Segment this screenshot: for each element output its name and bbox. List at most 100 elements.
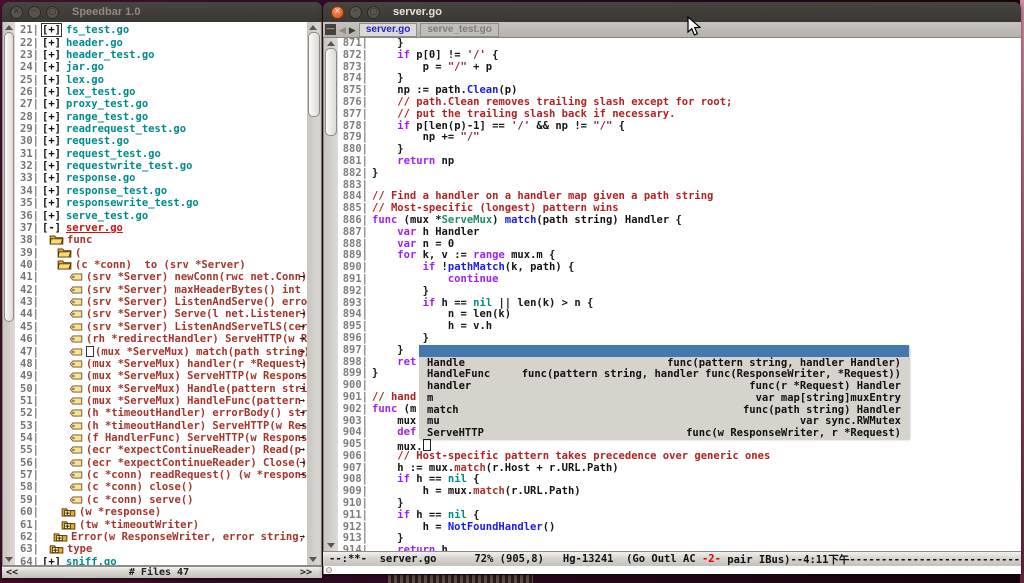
tag-icon[interactable] bbox=[69, 471, 83, 479]
expand-toggle[interactable]: [-] bbox=[42, 222, 61, 234]
scroll-up-icon[interactable] bbox=[327, 41, 335, 46]
scroll-down-icon[interactable] bbox=[5, 557, 13, 562]
speedbar-row[interactable]: 45|(srv *Server) ListenAndServeTLS(certF… bbox=[15, 321, 307, 333]
scrollbar-thumb[interactable] bbox=[308, 32, 320, 117]
expand-toggle[interactable]: [+] bbox=[42, 74, 61, 86]
popup-item[interactable]: ServeHTTPfunc(w ResponseWriter, r *Reque… bbox=[419, 427, 909, 439]
file-name[interactable]: readrequest_test.go bbox=[66, 123, 186, 135]
tag-label[interactable]: (mux *ServeMux) Handle(pattern string bbox=[86, 383, 307, 395]
speedbar-row[interactable]: 60|(w *response) bbox=[15, 506, 307, 518]
expand-toggle[interactable]: [+] bbox=[42, 556, 61, 565]
speedbar-row[interactable]: 24|[+]jar.go bbox=[15, 61, 307, 73]
tabbar-home-button[interactable]: — bbox=[325, 24, 336, 35]
popup-item[interactable]: mvar map[string]muxEntry bbox=[419, 392, 909, 404]
code-area[interactable]: 871| }872| if p[0] != '/' {873| p = "/" … bbox=[338, 38, 1021, 551]
close-button[interactable]: ✕ bbox=[331, 6, 344, 19]
expand-toggle[interactable]: [+] bbox=[42, 123, 61, 135]
tag-label[interactable]: (h *timeoutHandler) errorBody() strin bbox=[86, 407, 307, 419]
tag-label[interactable]: (ecr *expectContinueReader) Read(p [] bbox=[86, 444, 307, 456]
tag-icon[interactable] bbox=[69, 385, 83, 393]
scrollbar-thumb[interactable] bbox=[4, 32, 14, 322]
expand-toggle[interactable]: [+] bbox=[42, 86, 61, 98]
speedbar-row[interactable]: 21|[+]fs_test.go bbox=[15, 24, 307, 36]
speedbar-row[interactable]: 47|(mux *ServeMux) match(path string) Ha… bbox=[15, 345, 307, 357]
editor-body[interactable]: 871| }872| if p[0] != '/' {873| p = "/" … bbox=[323, 38, 1021, 551]
tag-label[interactable]: (f HandlerFunc) ServeHTTP(w ResponseW bbox=[86, 432, 307, 444]
scroll-down-icon[interactable] bbox=[327, 543, 335, 548]
speedbar-row[interactable]: 49|(mux *ServeMux) ServeHTTP(w ResponseW… bbox=[15, 370, 307, 382]
speedbar-row[interactable]: 41|(srv *Server) newConn(rwc net.Conn) (… bbox=[15, 271, 307, 283]
tag-label[interactable]: (h *timeoutHandler) ServeHTTP(w Respo bbox=[86, 420, 307, 432]
popup-item[interactable] bbox=[419, 345, 909, 357]
speedbar-row[interactable]: 64|[+]sniff.go bbox=[15, 555, 307, 565]
speedbar-row[interactable]: 53|(h *timeoutHandler) ServeHTTP(w Respo… bbox=[15, 420, 307, 432]
file-name[interactable]: range_test.go bbox=[66, 111, 148, 123]
popup-item[interactable]: muvar sync.RWMutex bbox=[419, 416, 909, 428]
expand-toggle[interactable]: [+] bbox=[42, 172, 61, 184]
speedbar-row[interactable]: 38|func bbox=[15, 234, 307, 246]
file-name[interactable]: request_test.go bbox=[66, 148, 161, 160]
folder-plus-icon[interactable] bbox=[61, 507, 76, 517]
file-name[interactable]: lex.go bbox=[66, 74, 104, 86]
minibuffer[interactable] bbox=[323, 566, 1021, 574]
file-name[interactable]: responsewrite_test.go bbox=[66, 197, 199, 209]
tab-serve-test-go[interactable]: serve_test.go bbox=[420, 23, 498, 37]
tag-label[interactable]: (srv *Server) maxHeaderBytes() int bbox=[86, 284, 301, 296]
speedbar-row[interactable]: 39|( bbox=[15, 246, 307, 258]
tag-label[interactable]: (mux *ServeMux) match(path string) Ha bbox=[95, 346, 307, 358]
expand-toggle[interactable]: [+] bbox=[42, 24, 61, 36]
speedbar-row[interactable]: 56|(ecr *expectContinueReader) Close() e… bbox=[15, 457, 307, 469]
tag-icon[interactable] bbox=[69, 298, 83, 306]
scroll-down-icon[interactable] bbox=[309, 557, 317, 562]
speedbar-row[interactable]: 52|(h *timeoutHandler) errorBody() strin… bbox=[15, 407, 307, 419]
tag-icon[interactable] bbox=[69, 483, 83, 491]
folder-plus-icon[interactable] bbox=[49, 544, 64, 554]
tag-icon[interactable] bbox=[69, 286, 83, 294]
speedbar-row[interactable]: 22|[+]header.go bbox=[15, 36, 307, 48]
folder-plus-icon[interactable] bbox=[61, 520, 76, 530]
tag-icon[interactable] bbox=[69, 372, 83, 380]
tag-label[interactable]: (srv *Server) ListenAndServe() error bbox=[86, 296, 307, 308]
popup-item[interactable]: handlerfunc(r *Request) Handler bbox=[419, 380, 909, 392]
speedbar-row[interactable]: 25|[+]lex.go bbox=[15, 73, 307, 85]
speedbar-row[interactable]: 36|[+]serve_test.go bbox=[15, 209, 307, 221]
tag-icon[interactable] bbox=[69, 348, 83, 356]
tag-label[interactable]: (ecr *expectContinueReader) Close() e bbox=[86, 457, 307, 469]
tag-icon[interactable] bbox=[69, 434, 83, 442]
file-name[interactable]: proxy_test.go bbox=[66, 98, 148, 110]
speedbar-row[interactable]: 29|[+]readrequest_test.go bbox=[15, 123, 307, 135]
popup-item[interactable]: Handlefunc(pattern string, handler Handl… bbox=[419, 357, 909, 369]
expand-toggle[interactable]: [+] bbox=[42, 98, 61, 110]
minimize-button[interactable]: − bbox=[349, 6, 362, 19]
expand-toggle[interactable]: [+] bbox=[42, 111, 61, 123]
speedbar-file-list[interactable]: 21|[+]fs_test.go22|[+]header.go23|[+]hea… bbox=[15, 22, 307, 565]
tab-back-icon[interactable]: ◀ bbox=[339, 25, 346, 35]
speedbar-row[interactable]: 57|(c *conn) readRequest() (w *response,… bbox=[15, 469, 307, 481]
scroll-up-icon[interactable] bbox=[5, 25, 13, 30]
speedbar-row[interactable]: 63|type bbox=[15, 543, 307, 555]
tab-forward-icon[interactable]: ▶ bbox=[349, 25, 356, 35]
speedbar-row[interactable]: 32|[+]requestwrite_test.go bbox=[15, 160, 307, 172]
tag-label[interactable]: (srv *Server) ListenAndServeTLS(certF bbox=[86, 321, 307, 333]
speedbar-row[interactable]: 30|[+]request.go bbox=[15, 135, 307, 147]
speedbar-row[interactable]: 48|(mux *ServeMux) handler(r *Request) H… bbox=[15, 358, 307, 370]
tag-icon[interactable] bbox=[69, 397, 83, 405]
file-name[interactable]: response.go bbox=[66, 172, 136, 184]
tag-icon[interactable] bbox=[69, 273, 83, 281]
tag-group-label[interactable]: func bbox=[67, 234, 92, 246]
folder-plus-icon[interactable] bbox=[53, 532, 68, 542]
tag-icon[interactable] bbox=[69, 459, 83, 467]
tag-label[interactable]: (c *conn) readRequest() (w *response, bbox=[86, 469, 307, 481]
file-name[interactable]: header_test.go bbox=[66, 49, 155, 61]
speedbar-next-button[interactable]: >> bbox=[300, 567, 322, 578]
expand-toggle[interactable]: [+] bbox=[42, 49, 61, 61]
file-name[interactable]: server.go bbox=[66, 222, 123, 234]
speedbar-row[interactable]: 26|[+]lex_test.go bbox=[15, 86, 307, 98]
file-name[interactable]: fs_test.go bbox=[66, 24, 129, 36]
tag-icon[interactable] bbox=[69, 310, 83, 318]
speedbar-row[interactable]: 44|(srv *Server) Serve(l net.Listener) e… bbox=[15, 308, 307, 320]
speedbar-row[interactable]: 35|[+]responsewrite_test.go bbox=[15, 197, 307, 209]
expand-toggle[interactable]: [+] bbox=[42, 148, 61, 160]
speedbar-row[interactable]: 42|(srv *Server) maxHeaderBytes() int bbox=[15, 284, 307, 296]
maximize-button[interactable]: ▢ bbox=[46, 6, 59, 19]
